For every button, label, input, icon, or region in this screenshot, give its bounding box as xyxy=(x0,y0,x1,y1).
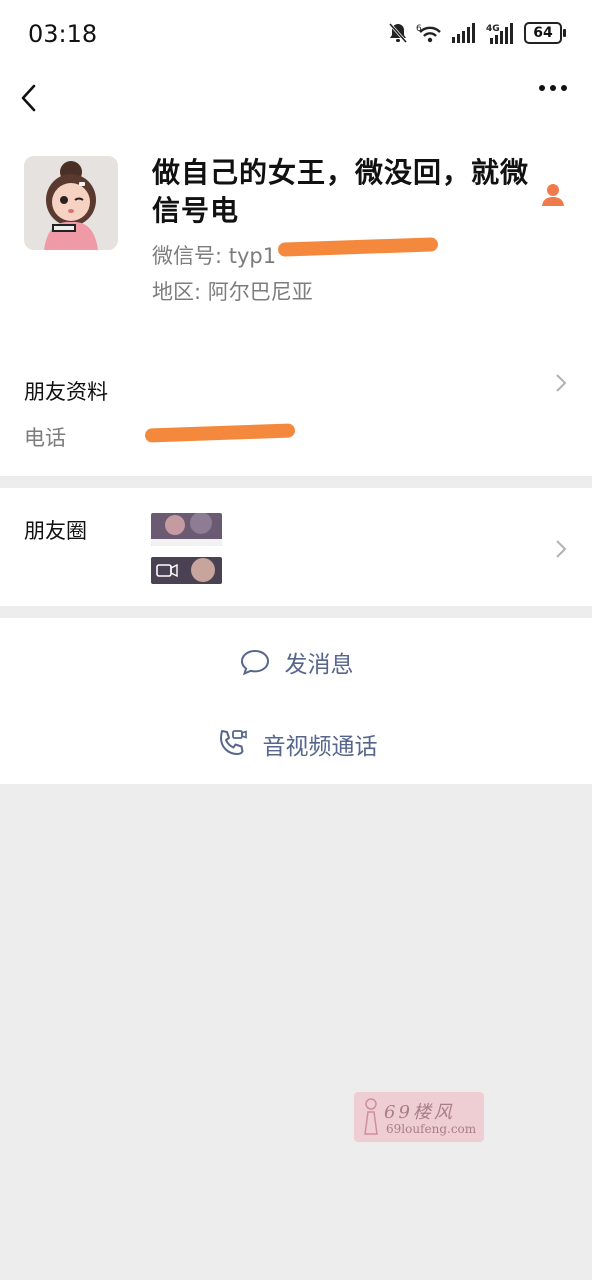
friend-info-title[interactable]: 朋友资料 xyxy=(24,376,108,406)
av-call-button[interactable]: 音视频通话 xyxy=(0,724,592,764)
person-icon xyxy=(542,184,564,206)
chevron-right-icon[interactable] xyxy=(554,372,568,394)
svg-text:4G: 4G xyxy=(486,24,500,34)
battery-icon: 64 xyxy=(524,22,566,44)
region-value: 阿尔巴尼亚 xyxy=(207,280,313,304)
moments-title: 朋友圈 xyxy=(24,519,87,543)
signal-icon xyxy=(452,23,475,43)
watermark-url: 69loufeng.com xyxy=(386,1122,477,1136)
chevron-right-icon[interactable] xyxy=(554,538,568,560)
status-bar: 03:18 6 4G 64 xyxy=(0,0,592,70)
avatar[interactable] xyxy=(24,156,118,250)
moments-thumbnail[interactable] xyxy=(151,557,222,584)
wechat-id: 微信号: typ1 xyxy=(152,240,276,270)
phone-video-icon xyxy=(219,730,247,755)
back-arrow-icon[interactable] xyxy=(18,80,42,116)
moments-thumbnail[interactable] xyxy=(151,513,222,546)
more-options-icon[interactable] xyxy=(538,84,568,92)
wifi-icon: 6 xyxy=(416,24,441,43)
figure-icon xyxy=(364,1098,378,1135)
contact-name: 做自己的女王，微没回，就微信号电 xyxy=(152,156,530,227)
send-message-label: 发消息 xyxy=(284,652,354,678)
region: 地区: 阿尔巴尼亚 xyxy=(152,276,313,306)
status-icons: 6 4G 64 xyxy=(388,18,566,48)
bell-off-icon xyxy=(388,23,408,43)
nav-bar xyxy=(0,70,592,126)
watermark-logo: 69楼风 69loufeng.com xyxy=(354,1092,484,1142)
watermark-text: 69楼风 xyxy=(384,1102,455,1123)
region-label: 地区: xyxy=(152,280,208,304)
status-time: 03:18 xyxy=(28,20,98,48)
chat-bubble-icon xyxy=(240,649,269,676)
send-message-button[interactable]: 发消息 xyxy=(0,642,592,682)
moments-row[interactable] xyxy=(0,488,592,606)
wechat-id-label: 微信号: typ1 xyxy=(152,244,277,268)
4g-signal-icon: 4G xyxy=(486,23,513,44)
av-call-label: 音视频通话 xyxy=(262,734,378,760)
phone-label: 电话 xyxy=(24,426,66,450)
